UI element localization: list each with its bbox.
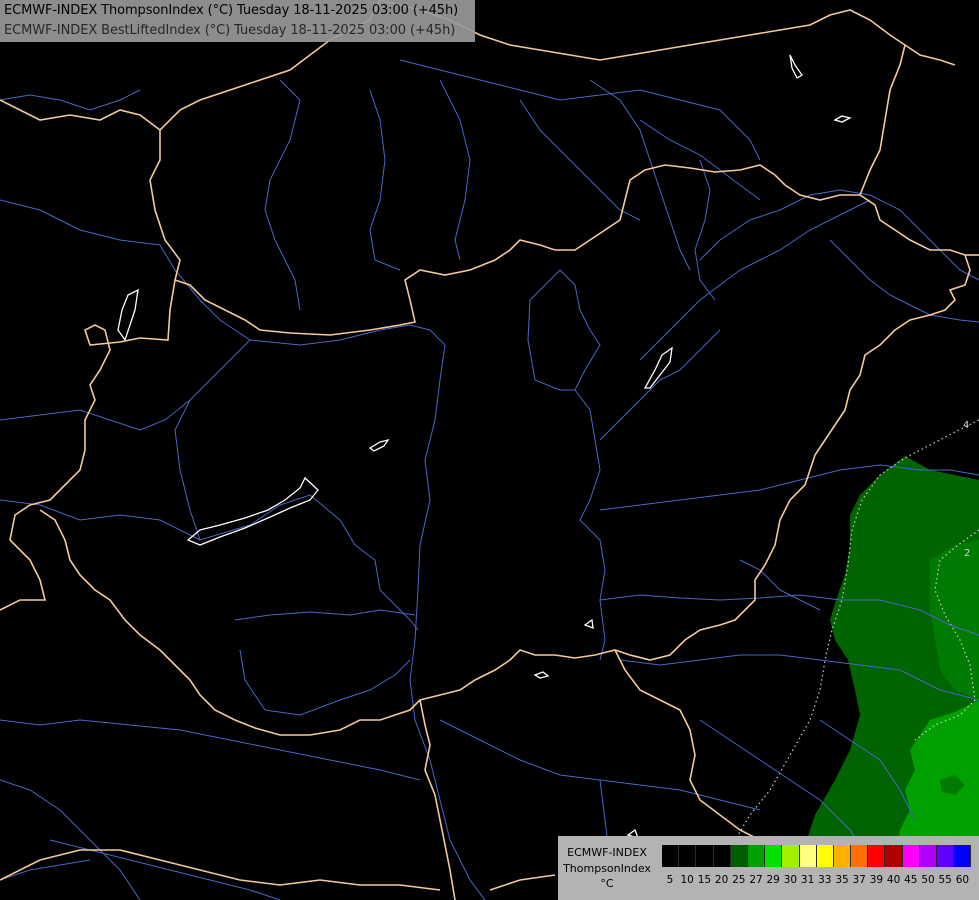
legend-tick-label: 29 — [766, 874, 780, 886]
legend-tick-label: 31 — [800, 874, 815, 886]
legend-swatch — [679, 845, 697, 867]
legend-swatch — [902, 845, 920, 867]
legend-model: ECMWF-INDEX — [567, 846, 647, 859]
legend-swatch — [799, 845, 817, 867]
title-bar: ECMWF-INDEX ThompsonIndex (°C) Tuesday 1… — [0, 0, 475, 42]
legend-swatch — [730, 845, 748, 867]
legend-swatch — [833, 845, 852, 867]
legend-tick-label: 35 — [835, 874, 849, 886]
legend-tick-label: 27 — [749, 874, 763, 886]
legend-swatch — [713, 845, 731, 867]
legend-swatch — [747, 845, 766, 867]
legend-tick-label: 33 — [818, 874, 832, 886]
legend-swatch — [851, 845, 869, 867]
contour-label-2: 2 — [964, 548, 970, 559]
legend-parameter: ThompsonIndex — [563, 862, 651, 875]
legend-tick-label: 37 — [852, 874, 866, 886]
legend-swatch — [868, 845, 886, 867]
legend-swatch — [816, 845, 834, 867]
legend-swatch — [662, 845, 680, 867]
legend-swatch — [885, 845, 903, 867]
legend-swatch — [765, 845, 783, 867]
legend-swatch — [782, 845, 800, 867]
map-canvas: 4 2 — [0, 0, 979, 900]
legend-tick-label: 45 — [904, 874, 918, 886]
legend-ticks: 5 10 15 20 25 27 29 30 31 33 35 37 39 40 45 50 55 60 — [666, 874, 979, 890]
legend-tick-label: 15 — [697, 874, 712, 886]
legend-tick-label: 60 — [955, 874, 970, 886]
legend-swatch — [937, 845, 955, 867]
legend-tick-label: 40 — [886, 874, 901, 886]
legend-tick-label: 55 — [938, 874, 952, 886]
title-thompson-index: ECMWF-INDEX ThompsonIndex (°C) Tuesday 1… — [4, 3, 459, 18]
legend-tick-label: 5 — [666, 874, 674, 886]
legend-tick-label: 30 — [783, 874, 798, 886]
legend-unit: °C — [600, 877, 614, 890]
legend-tick-label: 10 — [680, 874, 694, 886]
legend-swatch — [954, 845, 972, 867]
legend-swatches — [662, 845, 972, 867]
legend-tick-label: 25 — [732, 874, 746, 886]
legend-tick-label: 39 — [869, 874, 884, 886]
legend-swatch — [919, 845, 937, 867]
title-best-lifted-index: ECMWF-INDEX BestLiftedIndex (°C) Tuesday… — [4, 23, 456, 38]
legend-tick-label: 20 — [714, 874, 729, 886]
map-background — [0, 0, 979, 900]
contour-label-4: 4 — [963, 420, 969, 431]
legend-tick-label: 50 — [921, 874, 935, 886]
color-legend: ECMWF-INDEX ThompsonIndex °C 5 10 15 20 25 27… — [558, 836, 979, 900]
legend-swatch — [696, 845, 714, 867]
